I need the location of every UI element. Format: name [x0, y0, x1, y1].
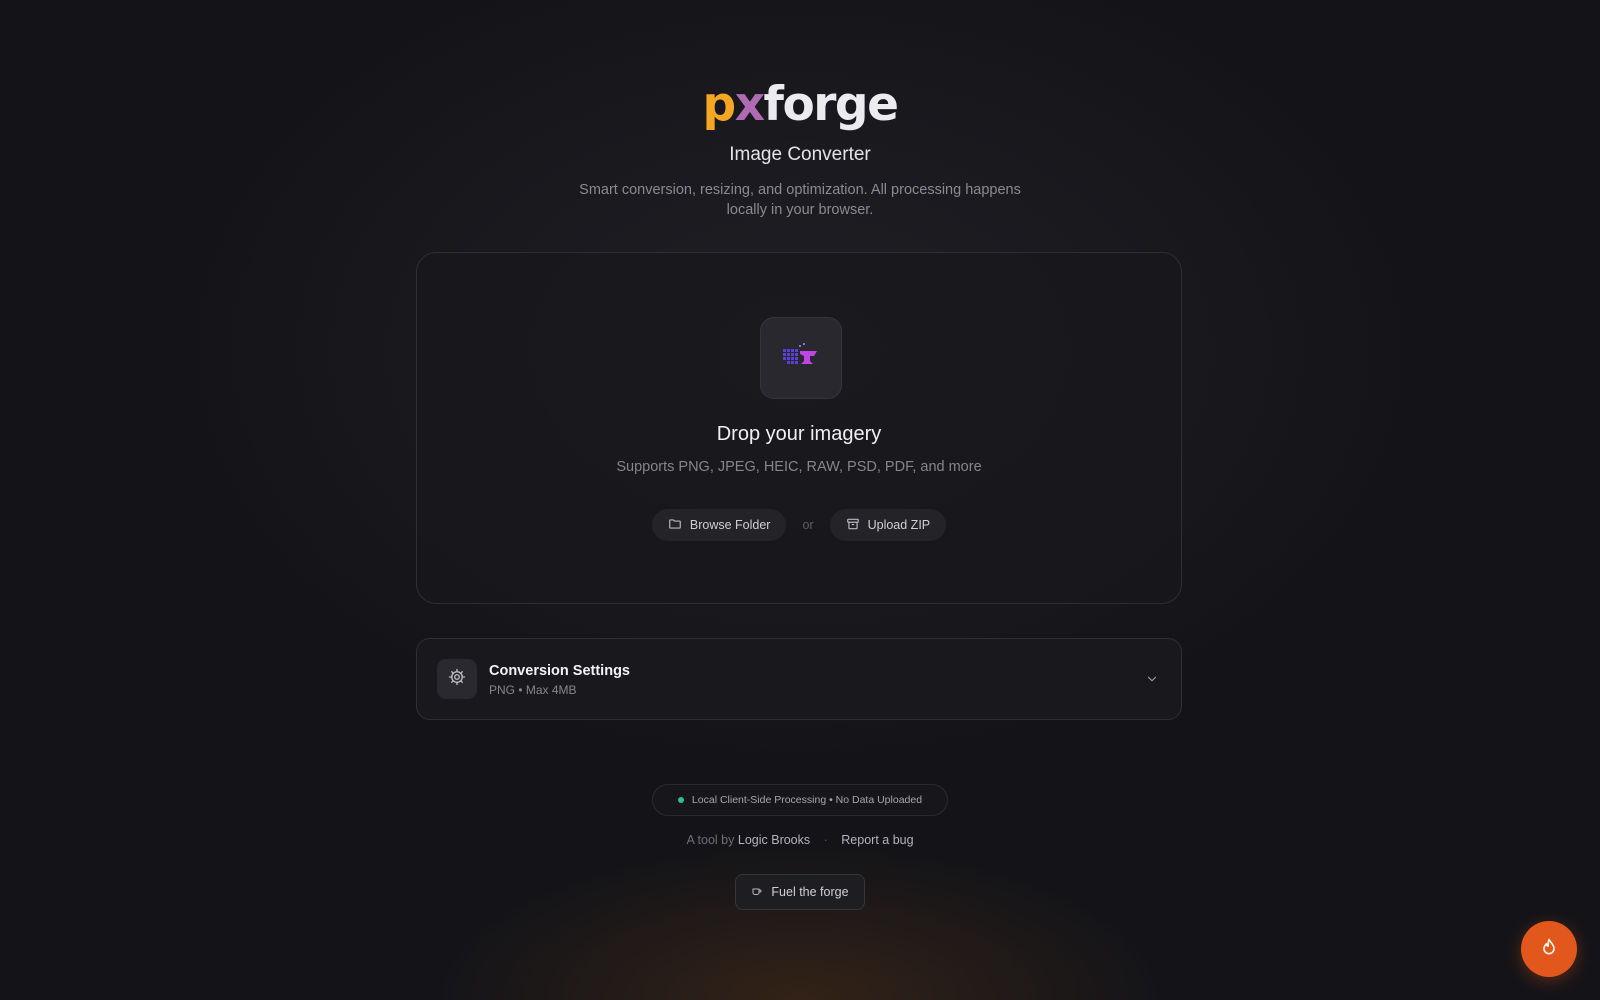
supported-formats: Supports PNG, JPEG, HEIC, RAW, PSD, PDF,… — [616, 459, 982, 475]
chevron-down-icon[interactable] — [1145, 672, 1159, 691]
logo-p: p — [702, 77, 737, 132]
upload-zip-button[interactable]: Upload ZIP — [829, 509, 947, 541]
page-subtitle: Image Converter — [729, 144, 871, 165]
fire-icon — [1539, 936, 1559, 963]
browse-folder-label: Browse Folder — [689, 518, 771, 532]
status-dot — [677, 797, 684, 803]
brand-logo: pxforge — [0, 70, 1600, 140]
logo-x: x — [734, 77, 765, 132]
coffee-icon — [751, 885, 763, 900]
footer-separator: · — [823, 833, 828, 847]
dropzone-title: Drop your imagery — [716, 423, 882, 445]
floating-action-button[interactable] — [1521, 921, 1577, 977]
logo-forge: forge — [763, 77, 899, 132]
settings-title: Conversion Settings — [489, 663, 630, 679]
conversion-settings-panel[interactable]: Conversion Settings PNG • Max 4MB — [416, 638, 1182, 720]
hero-header: pxforge Image Converter Smart conversion… — [0, 70, 1600, 220]
dropzone-icon-box — [760, 317, 842, 399]
dropzone[interactable]: Drop your imagery Supports PNG, JPEG, HE… — [416, 252, 1182, 604]
archive-icon — [846, 517, 860, 534]
browse-folder-button[interactable]: Browse Folder — [651, 509, 787, 541]
author-link[interactable]: Logic Brooks — [738, 833, 810, 847]
tool-by-text: A tool by — [686, 833, 735, 847]
upload-zip-label: Upload ZIP — [867, 518, 931, 532]
footer-credits: A tool by Logic Brooks · Report a bug — [0, 833, 1600, 847]
upload-actions: Browse Folder or Upload ZIP — [417, 509, 1181, 541]
page-description: Smart conversion, resizing, and optimiza… — [579, 182, 1021, 218]
settings-summary: PNG • Max 4MB — [489, 683, 577, 697]
folder-icon — [668, 517, 682, 534]
fuel-forge-button[interactable]: Fuel the forge — [735, 874, 865, 910]
gear-icon — [448, 668, 466, 691]
or-separator: or — [802, 518, 814, 532]
pixel-anvil-icon — [781, 341, 821, 376]
privacy-badge: Local Client-Side Processing • No Data U… — [652, 784, 948, 816]
report-bug-link[interactable]: Report a bug — [841, 833, 913, 847]
privacy-text: Local Client-Side Processing • No Data U… — [691, 794, 923, 806]
settings-icon-box — [437, 659, 477, 699]
fuel-forge-label: Fuel the forge — [771, 885, 849, 899]
